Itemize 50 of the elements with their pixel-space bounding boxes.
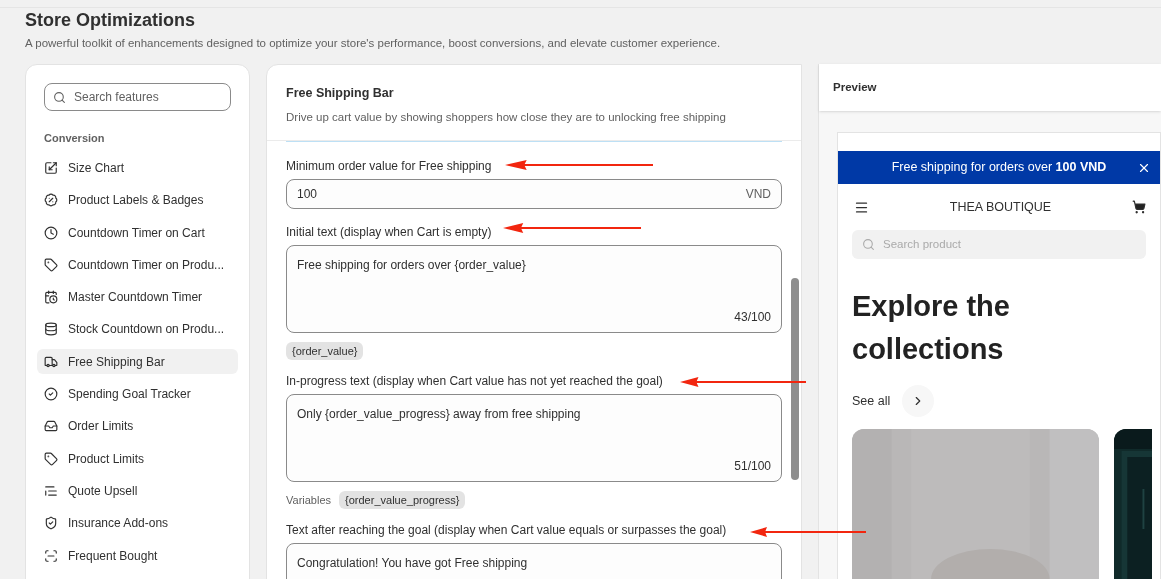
input-value: 100 bbox=[297, 186, 318, 203]
sidebar-item[interactable]: Free Shipping Bar bbox=[37, 349, 238, 375]
section-title: Free Shipping Bar bbox=[286, 85, 395, 102]
database-icon bbox=[44, 322, 58, 337]
scan-icon bbox=[44, 548, 58, 563]
variable-chip[interactable]: {order_value_progress} bbox=[339, 491, 466, 509]
menu-icon[interactable] bbox=[854, 199, 869, 215]
percent-badge-icon bbox=[44, 193, 58, 208]
search-placeholder: Search product bbox=[883, 236, 961, 252]
tag-icon bbox=[44, 451, 58, 466]
field-label: In-progress text (display when Cart value has not yet reached the goal) bbox=[286, 374, 663, 388]
truck-icon bbox=[44, 354, 58, 369]
calendar-clock-icon bbox=[44, 290, 58, 305]
text-area[interactable]: Congratulation! You have got Free shipping bbox=[286, 543, 782, 579]
character-counter: 51/100 bbox=[734, 458, 771, 475]
collections-headline: Explore the collections bbox=[852, 289, 1011, 367]
quote-icon bbox=[44, 483, 58, 498]
page-subtitle: A powerful toolkit of enhancements designed to optimize your store's performance, boost conversions, and elevate customer experience. bbox=[25, 36, 722, 51]
see-all-link[interactable]: See all bbox=[852, 391, 891, 411]
cart-icon[interactable] bbox=[1132, 200, 1146, 214]
order-value-input[interactable]: 100 VND bbox=[286, 179, 782, 209]
tag-icon bbox=[44, 257, 58, 272]
scrollbar[interactable] bbox=[791, 278, 799, 480]
variables-label: Variables bbox=[286, 493, 332, 507]
preview-title: Preview bbox=[833, 79, 877, 95]
search-field[interactable]: Search features bbox=[44, 83, 231, 111]
section-description: Drive up cart value by showing shoppers how close they are to unlocking free shipping bbox=[286, 109, 727, 125]
section-heading: Conversion bbox=[43, 131, 106, 146]
page-title: Store Optimizations bbox=[25, 9, 196, 32]
inbox-icon bbox=[44, 419, 58, 434]
character-counter: 43/100 bbox=[734, 309, 771, 326]
banner-text: Free shipping for orders over 100 VND bbox=[891, 159, 1107, 177]
clock-icon bbox=[44, 225, 58, 240]
text-area-value: Congratulation! You have got Free shipping bbox=[297, 556, 528, 570]
currency-suffix: VND bbox=[745, 186, 771, 203]
shield-check-icon bbox=[44, 516, 58, 531]
search-icon bbox=[862, 238, 875, 251]
text-area-value: Free shipping for orders over {order_value} bbox=[297, 258, 526, 272]
store-name: THEA BOUTIQUE bbox=[949, 198, 1052, 216]
check-circle-icon bbox=[44, 387, 58, 402]
field-label: Text after reaching the goal (display when Cart value equals or surpasses the goal) bbox=[286, 523, 727, 537]
text-area[interactable]: Free shipping for orders over {order_value} 43/100 bbox=[286, 245, 782, 333]
text-area[interactable]: Only {order_value_progress} away from free shipping 51/100 bbox=[286, 394, 782, 482]
field-label: Minimum order value for Free shipping bbox=[286, 159, 492, 173]
search-icon bbox=[53, 90, 66, 104]
resize-icon bbox=[44, 161, 58, 175]
search-placeholder: Search features bbox=[74, 89, 159, 106]
field-label: Initial text (display when Cart is empty) bbox=[286, 225, 492, 239]
variable-chip[interactable]: {order_value} bbox=[286, 342, 364, 360]
text-area-value: Only {order_value_progress} away from free shipping bbox=[297, 407, 581, 421]
